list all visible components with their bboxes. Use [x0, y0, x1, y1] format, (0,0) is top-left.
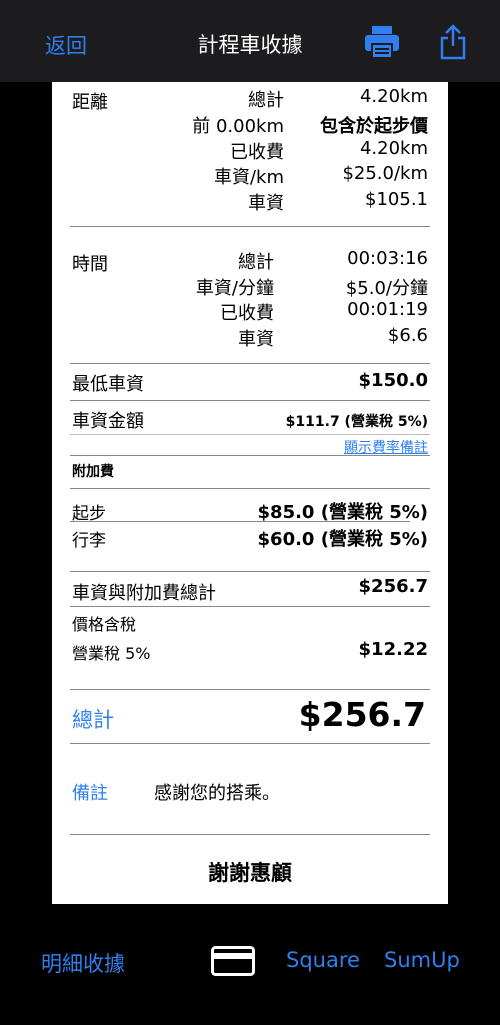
square-button[interactable]: Square [286, 948, 360, 972]
fare-amount-label: 車資金額 [72, 411, 144, 432]
time-fare-label: 車資 [238, 329, 274, 350]
combined-label: 車資與附加費總計 [72, 583, 216, 604]
time-rate-label: 車資/分鐘 [195, 278, 274, 299]
divider [70, 226, 430, 227]
distance-prior: 前 0.00km [192, 116, 284, 137]
distance-charged-value: 4.20km [359, 138, 428, 159]
time-charged-label: 已收費 [220, 303, 274, 324]
fare-amount-value: $111.7 (營業稅 5%) [285, 414, 428, 430]
distance-fare-value: $105.1 [365, 189, 428, 210]
time-total-value: 00:03:16 [347, 248, 428, 269]
divider [70, 488, 430, 489]
divider [70, 571, 430, 572]
time-total-label: 總計 [238, 252, 274, 273]
fare-note-link[interactable]: 顯示費率備註 [252, 437, 428, 457]
divider [70, 400, 430, 401]
divider [70, 363, 430, 364]
distance-fare-label: 車資 [248, 193, 284, 214]
distance-total-label: 總計 [248, 90, 284, 111]
divider [70, 521, 410, 522]
time-charged-value: 00:01:19 [347, 299, 428, 320]
tax-value: $12.22 [358, 639, 428, 660]
tax-included-label: 價格含稅 [72, 615, 137, 634]
distance-rate-label: 車資/km [213, 167, 284, 188]
combined-value: $256.7 [358, 576, 428, 597]
time-rate-value: $5.0/分鐘 [345, 278, 428, 299]
card-icon[interactable] [211, 946, 255, 976]
sumup-button[interactable]: SumUp [384, 948, 460, 972]
tax-label: 營業稅 5% [72, 644, 151, 663]
min-fare-label: 最低車資 [72, 374, 144, 395]
divider [70, 834, 430, 835]
note-label[interactable]: 備註 [72, 779, 108, 805]
print-icon[interactable] [364, 25, 400, 59]
divider [70, 606, 430, 607]
distance-label: 距離 [72, 92, 108, 113]
total-label: 總計 [72, 708, 114, 732]
surcharge-heading: 附加費 [72, 464, 114, 480]
divider [70, 689, 430, 690]
min-fare-value: $150.0 [358, 370, 428, 391]
time-fare-value: $6.6 [387, 325, 428, 346]
share-icon[interactable] [439, 24, 467, 60]
time-label: 時間 [72, 254, 108, 275]
distance-rate-value: $25.0/km [342, 163, 428, 184]
bottom-toolbar: 明細收據 Square SumUp [0, 904, 500, 1025]
divider [70, 743, 430, 744]
receipt: 距離 總計 4.20km 前 0.00km 包含於起步價 已收費 4.20km … [52, 82, 448, 904]
distance-prior-value: 包含於起步價 [320, 116, 428, 137]
thanks-text: 謝謝惠顧 [208, 861, 292, 885]
divider [70, 455, 430, 456]
surcharge-item-label: 行李 [72, 531, 106, 551]
distance-total-value: 4.20km [359, 86, 428, 107]
detail-receipt-button[interactable]: 明細收據 [41, 948, 125, 978]
note-text: 感謝您的搭乘。 [154, 783, 280, 804]
nav-bar: 返回 計程車收據 [0, 0, 500, 82]
divider [70, 434, 430, 435]
distance-charged-label: 已收費 [230, 142, 284, 163]
surcharge-item-value: $60.0 (營業稅 5%) [257, 529, 428, 550]
page-title: 計程車收據 [197, 33, 303, 57]
total-value: $256.7 [298, 695, 426, 734]
